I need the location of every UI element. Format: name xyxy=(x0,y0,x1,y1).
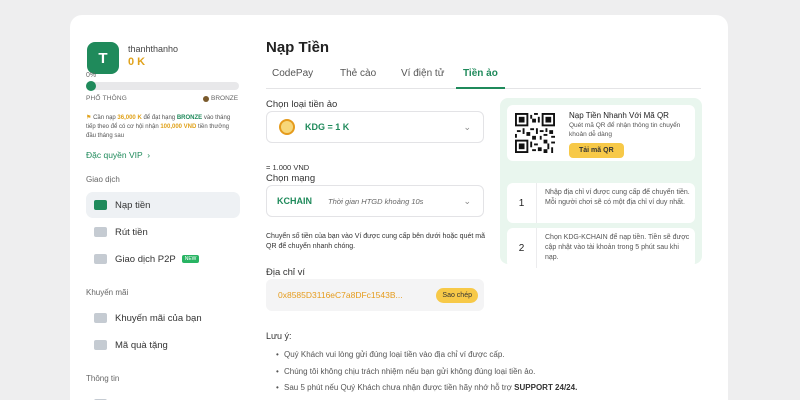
bronze-icon xyxy=(203,95,209,102)
gift-icon xyxy=(94,340,107,350)
step-text: Nhập địa chỉ ví được cung cấp để chuyển … xyxy=(545,189,690,206)
address-label: Địa chỉ ví xyxy=(266,267,306,278)
avatar[interactable]: T xyxy=(87,42,119,74)
notes-title: Lưu ý: xyxy=(266,331,292,341)
balance: 0 K xyxy=(128,56,146,68)
sidebar-item-label: Giao dịch P2P xyxy=(115,253,176,265)
payment-tabs: CodePay Thẻ cào Ví điện tử Tiền ảo xyxy=(266,65,701,89)
transfer-instruction: Chuyển số tiền của bạn vào Ví được cung … xyxy=(266,233,485,250)
wallet-icon xyxy=(94,200,107,210)
sidebar-item-label: Nạp tiền xyxy=(115,199,151,211)
tab-e-wallet[interactable]: Ví điện tử xyxy=(401,68,444,89)
note-text-2: để đạt hạng xyxy=(141,115,177,121)
network-value: KCHAIN xyxy=(277,196,312,206)
note-amount: 36,000 K xyxy=(117,115,142,121)
trophy-icon: ⚑ xyxy=(86,115,92,121)
qr-code-icon xyxy=(515,113,555,153)
copy-button[interactable]: Sao chép xyxy=(436,288,478,303)
tab-crypto[interactable]: Tiền ảo xyxy=(456,68,505,89)
note-rank: BRONZE xyxy=(176,115,203,121)
p2p-icon xyxy=(94,254,107,264)
support-text: SUPPORT 24/24. xyxy=(514,383,578,392)
sidebar-item-p2p[interactable]: Giao dịch P2P NEW xyxy=(86,246,240,272)
sidebar-item-label: Mã quà tặng xyxy=(115,339,168,351)
network-label: Chọn mạng xyxy=(266,173,316,184)
chevron-down-icon: ⌄ xyxy=(463,122,471,132)
network-time: Thời gian HTGD khoảng 10s xyxy=(328,196,424,206)
note-item: Quý Khách vui lòng gửi đúng loại tiền và… xyxy=(276,347,577,364)
step-number: 1 xyxy=(507,183,537,223)
sidebar-item-deposit[interactable]: Nạp tiền xyxy=(86,192,240,218)
exchange-rate: = 1.000 VND xyxy=(266,163,310,172)
progress-percent: 0% xyxy=(86,72,97,79)
download-qr-button[interactable]: Tải mã QR xyxy=(569,143,624,158)
chevron-right-icon: › xyxy=(144,150,151,160)
vip-link-label: Đặc quyền VIP xyxy=(86,150,143,160)
tab-scratch-card[interactable]: Thẻ cào xyxy=(340,68,376,89)
rank-note: ⚑ Cần nạp 36,000 K để đạt hạng BRONZE và… xyxy=(86,114,236,141)
progress-knob xyxy=(86,81,96,91)
note-item: Sau 5 phút nếu Quý Khách chưa nhận được … xyxy=(276,380,577,397)
qr-card: Nạp Tiền Nhanh Với Mã QR Quét mã QR để n… xyxy=(507,105,695,161)
rank-next: BRONZE xyxy=(203,95,238,102)
sidebar-item-label: Rút tiền xyxy=(115,226,148,238)
network-select[interactable]: KCHAIN Thời gian HTGD khoảng 10s ⌄ xyxy=(266,185,484,217)
section-promotions: Khuyến mãi xyxy=(86,288,129,297)
rank-next-label: BRONZE xyxy=(211,95,239,102)
rank-progress-bar xyxy=(86,81,239,91)
sidebar-item-info[interactable] xyxy=(86,391,240,400)
currency-label: Chọn loại tiền ảo xyxy=(266,99,338,110)
sidebar-item-my-promos[interactable]: Khuyến mãi của bạn xyxy=(86,305,240,331)
sidebar-item-label: Khuyến mãi của bạn xyxy=(115,312,202,324)
username: thanhthanho xyxy=(128,44,179,54)
tab-codepay[interactable]: CodePay xyxy=(272,68,313,89)
vip-link[interactable]: Đặc quyền VIP › xyxy=(86,150,150,160)
sidebar-item-gift-code[interactable]: Mã quà tặng xyxy=(86,332,240,358)
rank-current: PHỔ THÔNG xyxy=(86,95,128,102)
new-badge: NEW xyxy=(181,255,200,263)
chevron-down-icon: ⌄ xyxy=(463,196,471,206)
section-transactions: Giao dịch xyxy=(86,175,120,184)
note-reward: 100,000 VND xyxy=(160,124,197,130)
wallet-address-field[interactable]: 0x8585D3116eC7a8DFc1543B... Sao chép xyxy=(266,279,484,311)
note-item-text: Sau 5 phút nếu Quý Khách chưa nhận được … xyxy=(284,383,515,392)
step-card: 2 Chọn KDG-KCHAIN để nạp tiền. Tiền sẽ đ… xyxy=(507,228,695,268)
section-info: Thông tin xyxy=(86,374,120,383)
step-card: 1 Nhập địa chỉ ví được cung cấp để chuyể… xyxy=(507,183,695,223)
step-text: Chọn KDG-KCHAIN để nạp tiền. Tiền sẽ đượ… xyxy=(545,234,690,261)
wallet-address: 0x8585D3116eC7a8DFc1543B... xyxy=(278,290,403,300)
sidebar-item-withdraw[interactable]: Rút tiền xyxy=(86,219,240,245)
voucher-icon xyxy=(94,313,107,323)
qr-panel: Nạp Tiền Nhanh Với Mã QR Quét mã QR để n… xyxy=(500,98,702,268)
note-text-1: Cần nạp xyxy=(93,115,118,121)
kdg-coin-icon xyxy=(279,119,295,135)
currency-select[interactable]: KDG = 1 K ⌄ xyxy=(266,111,484,143)
qr-description: Quét mã QR để nhận thông tin chuyển khoả… xyxy=(569,122,681,138)
currency-value: KDG = 1 K xyxy=(305,122,350,132)
step-number: 2 xyxy=(507,228,537,268)
notes-section: Lưu ý: Quý Khách vui lòng gửi đúng loại … xyxy=(266,331,577,397)
main-card: T thanhthanho 0 K 0% PHỔ THÔNG BRONZE ⚑ … xyxy=(70,15,728,400)
note-item: Chúng tôi không chịu trách nhiệm nếu bạn… xyxy=(276,364,577,381)
withdraw-icon xyxy=(94,227,107,237)
qr-title: Nạp Tiền Nhanh Với Mã QR xyxy=(569,111,669,120)
page-title: Nạp Tiền xyxy=(266,39,330,56)
